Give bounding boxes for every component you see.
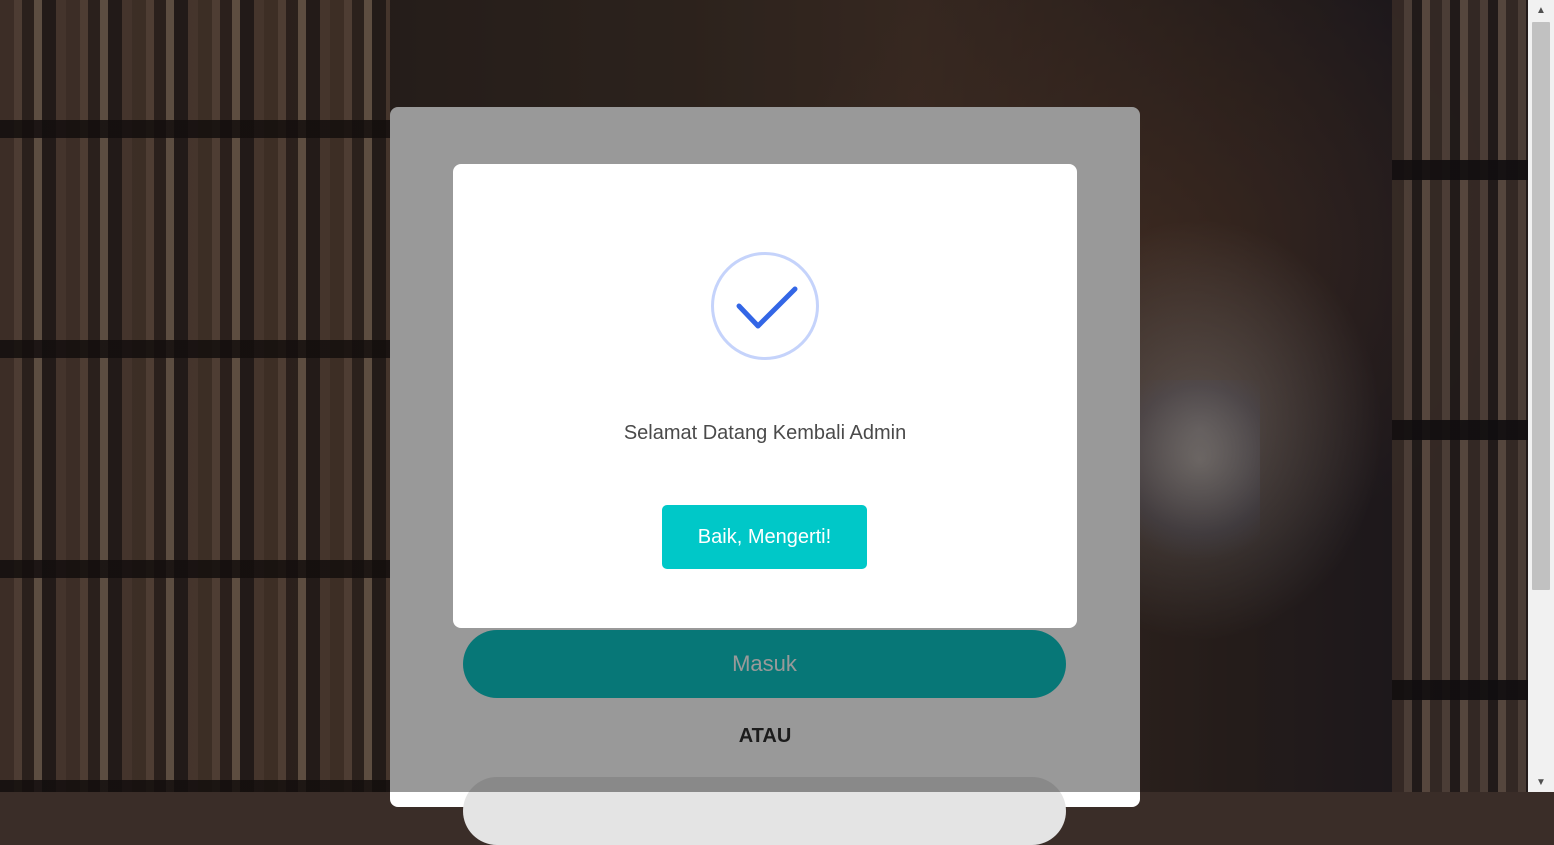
- vertical-scrollbar[interactable]: ▲ ▼: [1528, 0, 1554, 792]
- scrollbar-thumb[interactable]: [1532, 22, 1550, 590]
- confirm-button[interactable]: Baik, Mengerti!: [662, 505, 867, 569]
- scroll-down-arrow-icon[interactable]: ▼: [1528, 772, 1554, 792]
- check-circle-icon: [711, 252, 819, 360]
- dialog-message: Selamat Datang Kembali Admin: [623, 422, 907, 444]
- success-dialog: Selamat Datang Kembali Admin Baik, Menge…: [453, 164, 1077, 628]
- scroll-up-arrow-icon[interactable]: ▲: [1528, 0, 1554, 20]
